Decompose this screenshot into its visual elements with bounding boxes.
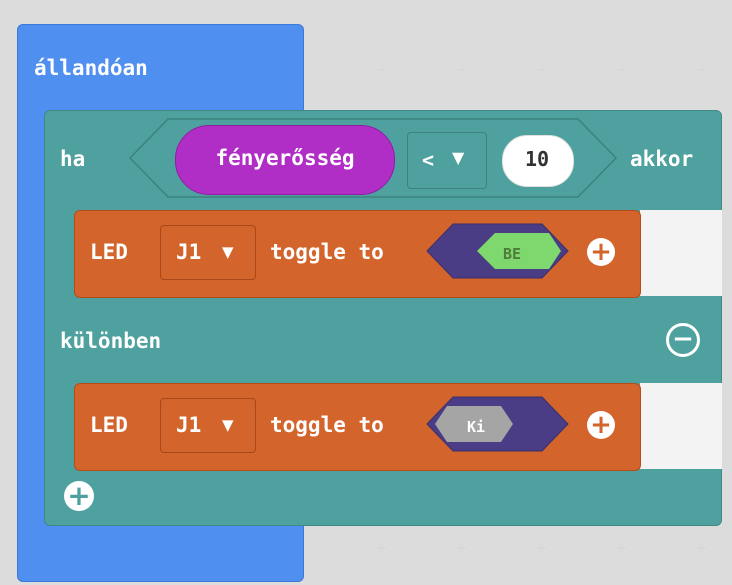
value-label: 10 [524,147,550,171]
state-on-label: BE [503,245,522,263]
remove-else-icon[interactable]: − [666,323,700,357]
grid-dot: + [696,540,708,556]
grid-dot: + [456,540,468,556]
grid-dot: + [616,540,628,556]
if-label: ha [60,147,86,171]
led-label: LED [90,413,128,437]
forever-label: állandóan [34,56,148,80]
light-level-label: fényerősség [215,146,355,170]
chevron-down-icon: ▼ [222,243,234,261]
grid-dot: + [536,540,548,556]
pin-label: J1 [176,240,202,264]
then-label: akkor [630,147,694,171]
led-label: LED [90,240,128,264]
toggle-label: toggle to [270,240,384,264]
grid-dot: + [376,540,388,556]
workspace-gap [640,383,722,469]
toggle-label: toggle to [270,413,384,437]
grid-dot: + [376,62,388,78]
grid-dot: + [456,62,468,78]
state-socket[interactable] [425,396,570,452]
add-parameter-icon[interactable]: + [587,411,615,439]
else-label: különben [60,329,162,353]
chevron-down-icon: ▼ [452,148,465,167]
add-parameter-icon[interactable]: + [587,238,615,266]
pin-dropdown[interactable] [160,398,256,453]
pin-dropdown[interactable] [160,225,256,280]
pin-label: J1 [176,413,202,437]
workspace-gap [640,210,722,296]
add-else-if-icon[interactable]: + [64,481,94,511]
state-socket[interactable] [425,223,570,279]
operator-dropdown[interactable] [407,132,487,189]
grid-dot: + [616,62,628,78]
grid-dot: + [536,62,548,78]
state-off-label: Ki [467,418,486,436]
operator-label: < [422,148,435,172]
chevron-down-icon: ▼ [222,416,234,434]
grid-dot: + [696,62,708,78]
